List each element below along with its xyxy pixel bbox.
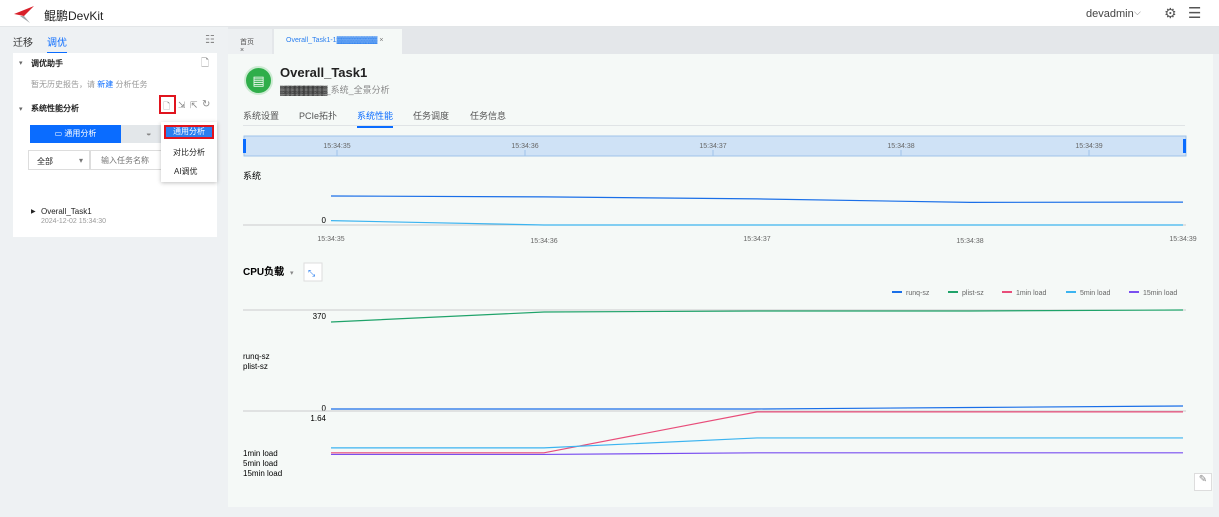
label-1min: 1min load bbox=[243, 449, 278, 458]
edit-feedback-icon[interactable]: ✎ bbox=[1194, 473, 1212, 491]
timeline-tick: 15:34:35 bbox=[323, 143, 350, 150]
system-series-line bbox=[330, 220, 1183, 226]
timeline-tick: 15:34:36 bbox=[511, 143, 538, 150]
cpu-upper-y-tick-0: 0 bbox=[322, 404, 327, 413]
system-x-tick: 15:34:37 bbox=[743, 236, 770, 243]
legend-item[interactable]: 1min load bbox=[1016, 290, 1046, 297]
label-5min: 5min load bbox=[243, 459, 278, 468]
system-x-tick: 15:34:38 bbox=[956, 238, 983, 245]
load1-line bbox=[331, 411, 1183, 454]
legend-item[interactable]: runq-sz bbox=[906, 290, 930, 297]
legend-item[interactable]: 5min load bbox=[1080, 290, 1110, 297]
plist-line bbox=[330, 309, 1184, 323]
cpu-lower-y-tick: 1.64 bbox=[310, 414, 326, 423]
slider-handle-right[interactable] bbox=[1183, 139, 1186, 153]
collapse-icon: ⤡ bbox=[308, 268, 315, 278]
chevron-down-icon[interactable]: ▾ bbox=[290, 270, 294, 277]
label-plist: plist-sz bbox=[243, 362, 268, 371]
system-y-tick: 0 bbox=[322, 216, 327, 225]
charts-layer: 15:34:35 15:34:36 15:34:37 15:34:38 15:34:39… bbox=[243, 135, 1197, 478]
timeline-tick: 15:34:39 bbox=[1075, 143, 1102, 150]
slider-handle-left[interactable] bbox=[243, 139, 246, 153]
label-runq: runq-sz bbox=[243, 352, 270, 361]
runq-line bbox=[331, 405, 1184, 410]
timeline-tick: 15:34:37 bbox=[699, 143, 726, 150]
legend-item[interactable]: plist-sz bbox=[962, 290, 984, 297]
load5-line bbox=[331, 437, 1183, 449]
system-x-tick: 15:34:35 bbox=[317, 236, 344, 243]
system-chart-title: 系统 bbox=[243, 170, 261, 181]
label-15min: 15min load bbox=[243, 469, 282, 478]
timeline-tick: 15:34:38 bbox=[887, 143, 914, 150]
system-x-tick: 15:34:36 bbox=[530, 238, 557, 245]
cpu-upper-y-tick-370: 370 bbox=[313, 312, 327, 321]
legend-item[interactable]: 15min load bbox=[1143, 290, 1177, 297]
cpu-chart-title[interactable]: CPU负载 bbox=[243, 265, 284, 278]
system-x-tick: 15:34:39 bbox=[1169, 236, 1196, 243]
system-series-line bbox=[330, 195, 1184, 203]
